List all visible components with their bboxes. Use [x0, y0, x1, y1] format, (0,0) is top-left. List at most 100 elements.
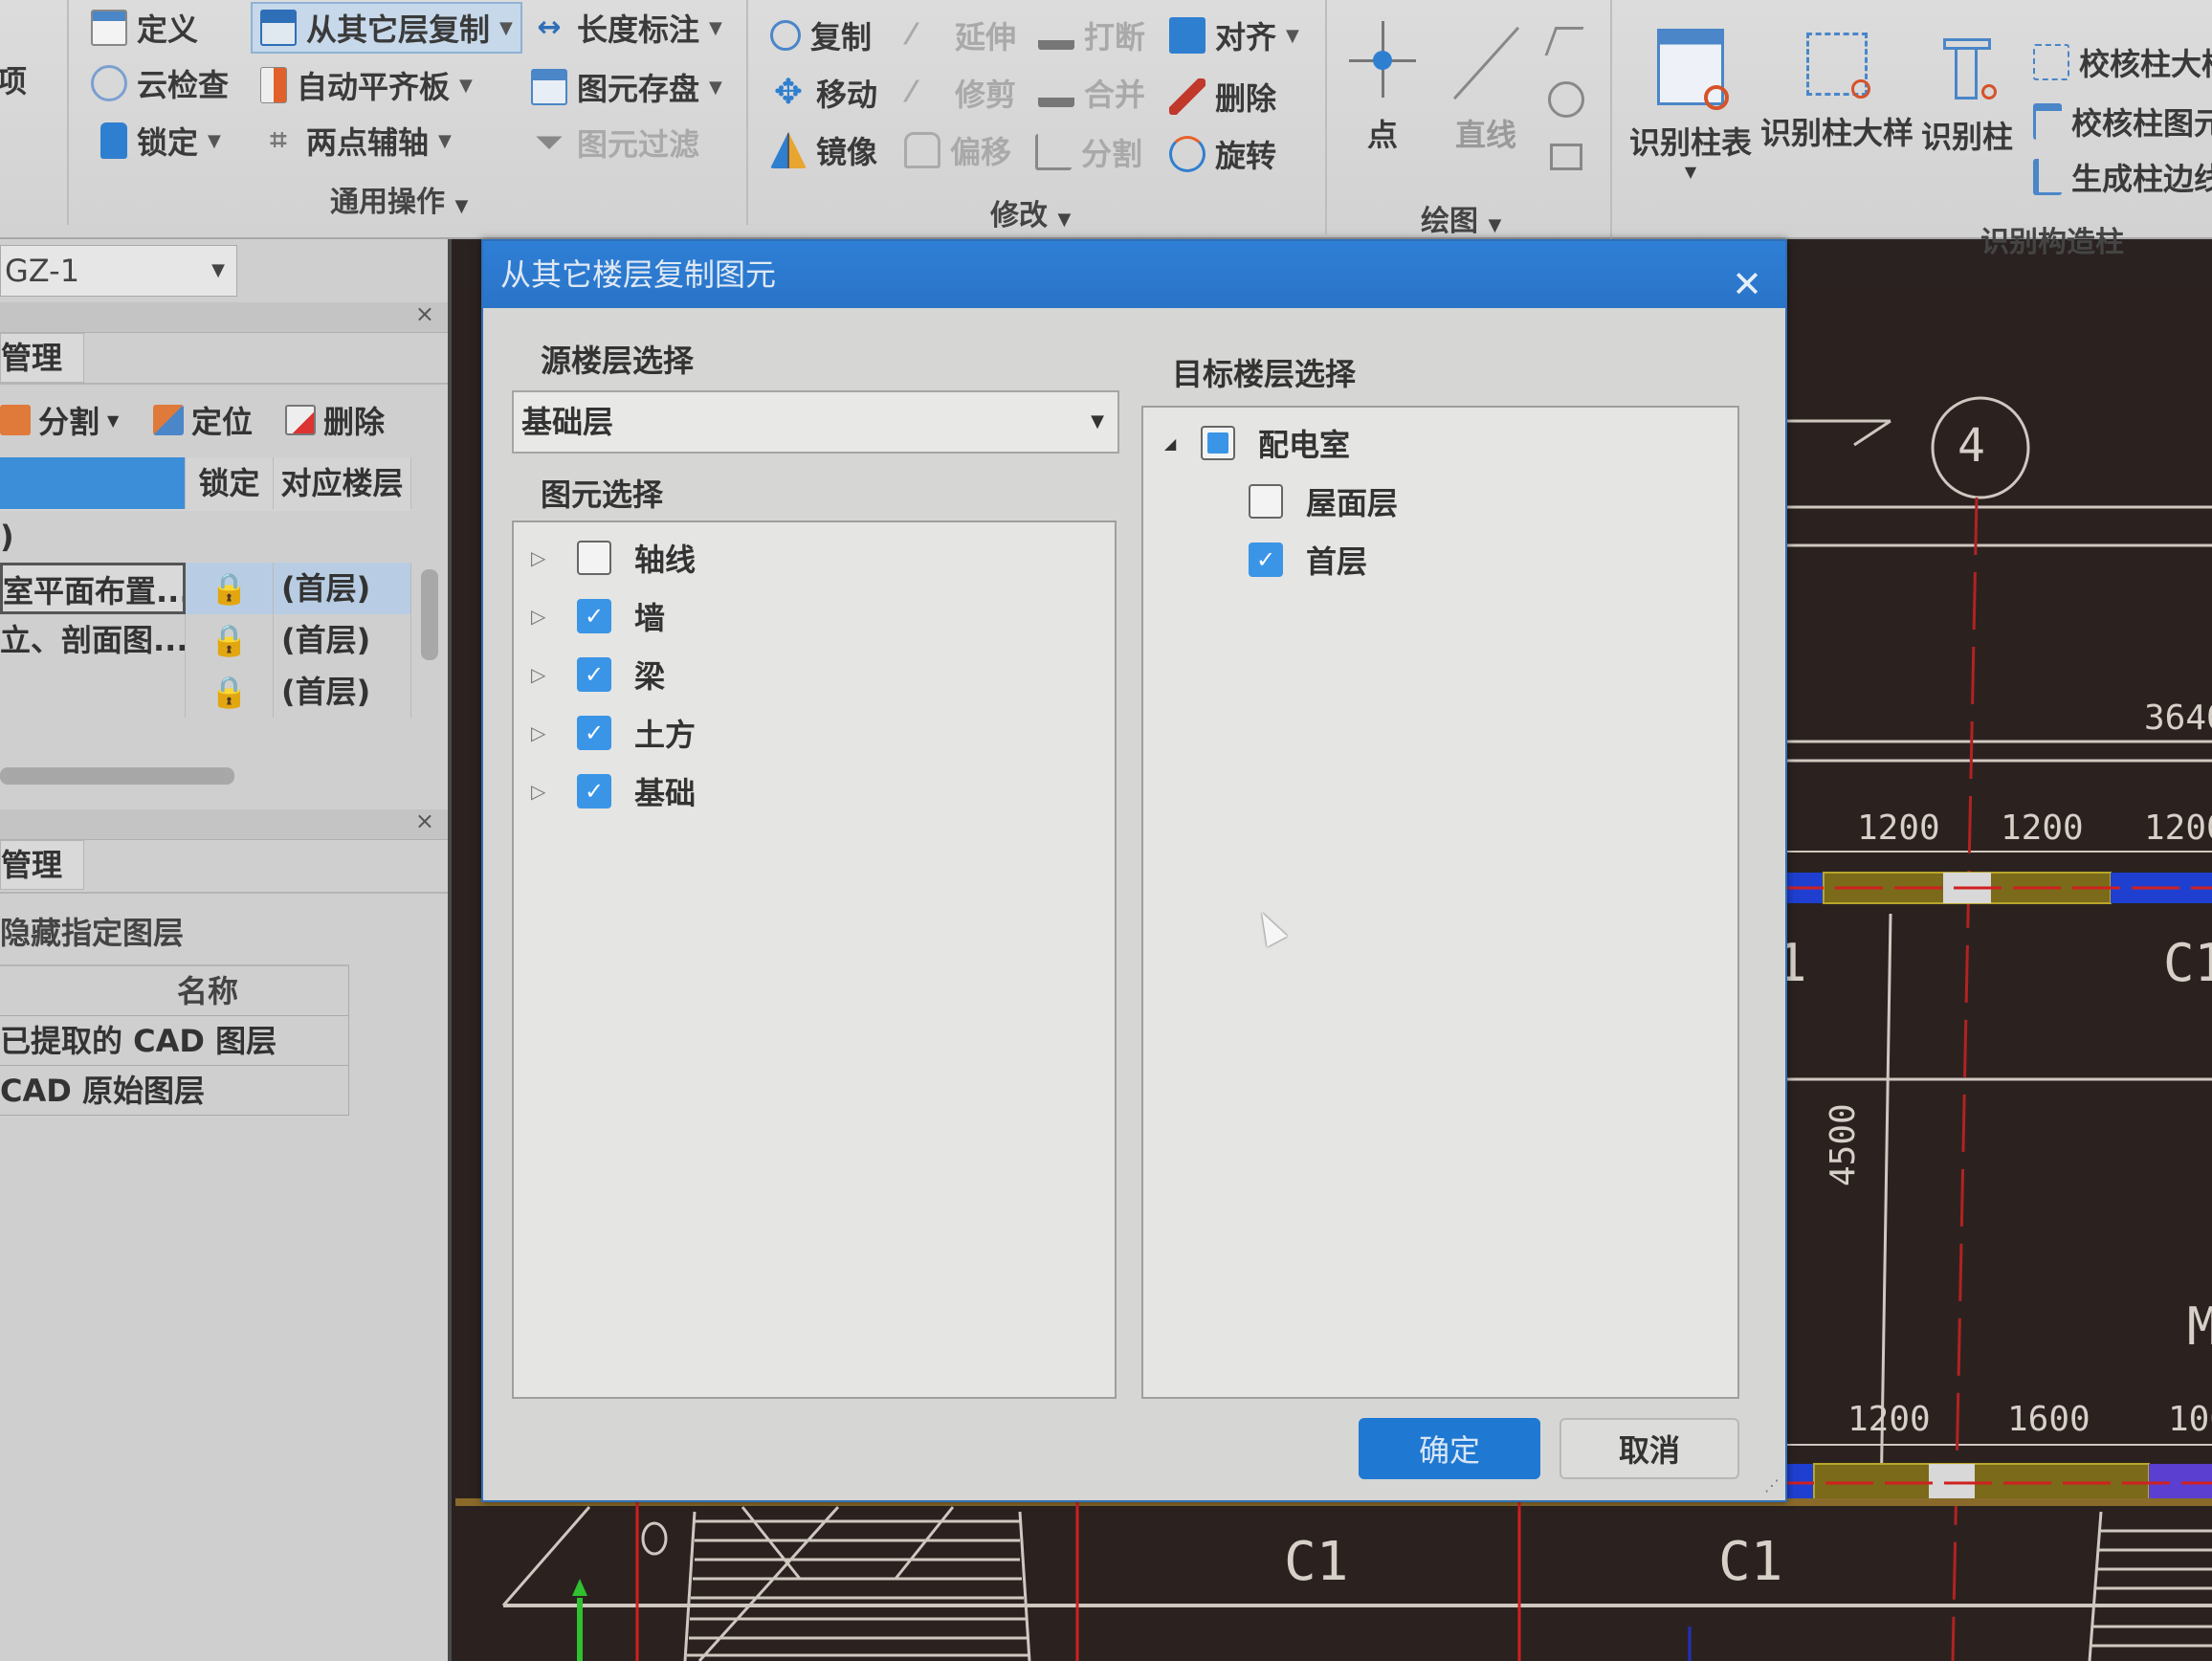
- lock-icon[interactable]: 🔒: [186, 614, 274, 666]
- layer-row[interactable]: 已提取的 CAD 图层: [0, 1016, 349, 1066]
- copy-from-floor-button[interactable]: 从其它层复制 ▼: [251, 2, 522, 54]
- cloud-check-icon: [91, 65, 127, 101]
- checkbox[interactable]: [1201, 426, 1235, 460]
- generate-column-edge-button[interactable]: 生成柱边线: [2033, 155, 2212, 199]
- group-general-ops[interactable]: 通用操作 ▼: [330, 178, 468, 220]
- extend-button[interactable]: ⁄ 延伸: [909, 13, 1016, 57]
- recognize-column-button[interactable]: 识别柱: [1921, 38, 2013, 157]
- resize-grip-icon[interactable]: ⋰: [1764, 1476, 1780, 1495]
- offset-button[interactable]: 偏移: [904, 128, 1011, 172]
- checkbox[interactable]: ✓: [577, 774, 611, 808]
- door-label: M: [2187, 1296, 2212, 1357]
- two-point-axis-button[interactable]: ⌗ 两点辅轴 ▼: [260, 119, 452, 163]
- two-point-axis-icon: ⌗: [270, 123, 287, 157]
- draw-line-button[interactable]: 直线: [1452, 21, 1520, 155]
- rotate-button[interactable]: 旋转: [1169, 132, 1276, 176]
- expand-triangle-icon[interactable]: ▷: [531, 663, 548, 686]
- grid-row[interactable]: 立、剖面图... 🔒 (首层): [0, 614, 411, 666]
- window-label: C1: [2163, 933, 2212, 993]
- window-label: C1: [1718, 1531, 1783, 1593]
- checkbox[interactable]: [577, 541, 611, 575]
- recognize-column-table-button[interactable]: 识别柱表 ▼: [1629, 29, 1752, 181]
- move-button[interactable]: ✥ 移动: [770, 71, 877, 115]
- chevron-down-icon: ▼: [208, 130, 221, 151]
- group-modify[interactable]: 修改 ▼: [990, 191, 1071, 233]
- grid-row[interactable]: 🔒 (首层): [0, 666, 411, 718]
- layer-row[interactable]: CAD 原始图层: [0, 1066, 349, 1116]
- element-select-label: 图元选择: [541, 476, 664, 513]
- recognize-column-detail-button[interactable]: 识别柱大样: [1760, 33, 1913, 153]
- polyline-icon[interactable]: [1544, 27, 1584, 55]
- chevron-down-icon: ▼: [107, 410, 120, 430]
- break-button[interactable]: 打断: [1038, 13, 1145, 57]
- draw-point-button[interactable]: 点: [1349, 21, 1416, 155]
- rectangle-icon[interactable]: [1550, 144, 1582, 170]
- tree-item-foundation[interactable]: ▷ ✓ 基础: [531, 767, 696, 815]
- close-icon[interactable]: ✕: [1732, 251, 1762, 318]
- merge-button[interactable]: 合并: [1038, 71, 1145, 115]
- column-header-name[interactable]: [0, 457, 186, 509]
- checkbox[interactable]: ✓: [577, 657, 611, 692]
- locate-button[interactable]: 定位: [153, 398, 253, 442]
- delete-button[interactable]: 删除: [1169, 75, 1276, 119]
- grid-row[interactable]: 室平面布置... 🔒 (首层): [0, 563, 411, 614]
- close-icon[interactable]: ×: [415, 300, 434, 327]
- ok-button[interactable]: 确定: [1359, 1418, 1540, 1479]
- lock-icon[interactable]: 🔒: [186, 666, 274, 718]
- lock-button[interactable]: 锁定 ▼: [100, 119, 221, 163]
- auto-align-slab-button[interactable]: 自动平齐板 ▼: [260, 63, 473, 107]
- collapse-triangle-icon[interactable]: ◢: [1164, 434, 1182, 453]
- check-column-detail-button[interactable]: 校核柱大样: [2033, 40, 2212, 84]
- chevron-down-icon: ▼: [1286, 25, 1299, 46]
- split-drawing-button[interactable]: 分割 ▼: [0, 398, 119, 442]
- filter-button[interactable]: ⏷ 图元过滤: [531, 121, 699, 165]
- split-button[interactable]: 分割: [1035, 130, 1142, 174]
- tree-item-beam[interactable]: ▷ ✓ 梁: [531, 651, 665, 698]
- checkbox[interactable]: ✓: [577, 599, 611, 633]
- element-select-combo[interactable]: GZ-1 ▼: [0, 245, 237, 297]
- line-icon: [1452, 21, 1520, 100]
- target-floor-tree: ◢ 配电室 屋面层 ✓ 首层: [1141, 406, 1739, 1399]
- lock-icon[interactable]: 🔒: [186, 563, 274, 614]
- cancel-button[interactable]: 取消: [1559, 1418, 1739, 1479]
- source-floor-select[interactable]: 基础层 ▼: [512, 390, 1119, 454]
- save-element-button[interactable]: 图元存盘 ▼: [531, 65, 722, 109]
- grid-group-row[interactable]: ): [0, 511, 411, 563]
- dialog-title-bar[interactable]: 从其它楼层复制图元 ✕: [483, 241, 1785, 308]
- expand-triangle-icon[interactable]: ▷: [531, 546, 548, 569]
- tab-drawing-management[interactable]: 管理: [0, 333, 84, 383]
- tree-item-roof-floor[interactable]: 屋面层: [1249, 477, 1398, 525]
- length-dimension-button[interactable]: ↔ 长度标注 ▼: [531, 6, 721, 50]
- close-icon[interactable]: ×: [415, 808, 434, 834]
- checkbox[interactable]: ✓: [1249, 543, 1283, 577]
- mirror-button[interactable]: 镜像: [770, 128, 877, 172]
- trim-button[interactable]: ⁄ 修剪: [909, 71, 1016, 115]
- tree-item-building[interactable]: ◢ 配电室: [1164, 419, 1350, 467]
- tab-layer-management[interactable]: 管理: [0, 840, 84, 890]
- layer-column-header[interactable]: 名称: [0, 966, 349, 1016]
- group-draw[interactable]: 绘图 ▼: [1421, 197, 1501, 239]
- circle-icon[interactable]: [1548, 81, 1584, 118]
- cloud-check-button[interactable]: 云检查: [91, 61, 229, 105]
- expand-triangle-icon[interactable]: ▷: [531, 721, 548, 744]
- column-header-lock[interactable]: 锁定: [186, 457, 274, 509]
- copy-from-floor-icon: [260, 10, 297, 46]
- checkbox[interactable]: [1249, 484, 1283, 519]
- column-header-floor[interactable]: 对应楼层: [274, 457, 411, 509]
- checkbox[interactable]: ✓: [577, 716, 611, 750]
- check-column-element-button[interactable]: 校核柱图元: [2033, 100, 2212, 144]
- delete-drawing-button[interactable]: 删除: [285, 398, 385, 442]
- copy-button[interactable]: 复制: [770, 13, 872, 57]
- expand-triangle-icon[interactable]: ▷: [531, 780, 548, 803]
- align-button[interactable]: 对齐 ▼: [1169, 13, 1299, 57]
- tree-item-earthwork[interactable]: ▷ ✓ 土方: [531, 709, 696, 757]
- horizontal-scrollbar[interactable]: [0, 767, 234, 785]
- tree-item-axis[interactable]: ▷ 轴线: [531, 534, 696, 582]
- define-button[interactable]: 定义: [91, 6, 198, 50]
- hide-layer-button[interactable]: 隐藏指定图层: [0, 909, 184, 953]
- vertical-scrollbar[interactable]: [421, 569, 438, 660]
- expand-triangle-icon[interactable]: ▷: [531, 605, 548, 628]
- tree-item-first-floor[interactable]: ✓ 首层: [1249, 536, 1367, 584]
- layer-panel-header: ×: [0, 808, 448, 840]
- tree-item-wall[interactable]: ▷ ✓ 墙: [531, 592, 665, 640]
